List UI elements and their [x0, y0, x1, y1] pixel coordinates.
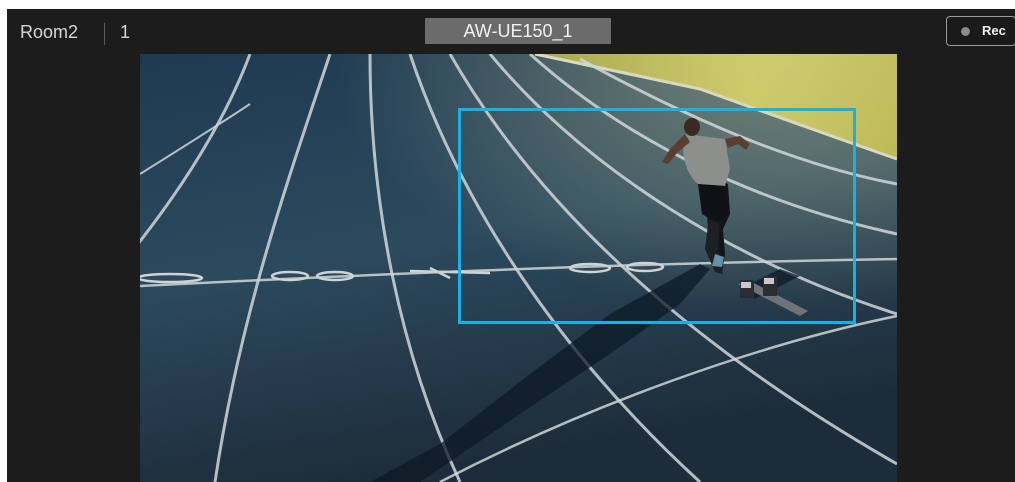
- room-label: Room2: [20, 22, 79, 42]
- rec-label: Rec: [982, 23, 1006, 38]
- rec-button[interactable]: Rec: [946, 16, 1015, 46]
- header-bar: Room2 1 AW-UE150_1 Rec: [7, 9, 1015, 55]
- record-dot-icon: [961, 27, 970, 36]
- camera-name-label[interactable]: AW-UE150_1: [425, 18, 611, 44]
- camera-view-window: Room2 1 AW-UE150_1 Rec: [7, 9, 1015, 482]
- auto-tracking-frame[interactable]: [458, 108, 856, 324]
- header-divider: [104, 23, 105, 45]
- video-preview[interactable]: [140, 54, 897, 482]
- channel-number: 1: [120, 22, 131, 42]
